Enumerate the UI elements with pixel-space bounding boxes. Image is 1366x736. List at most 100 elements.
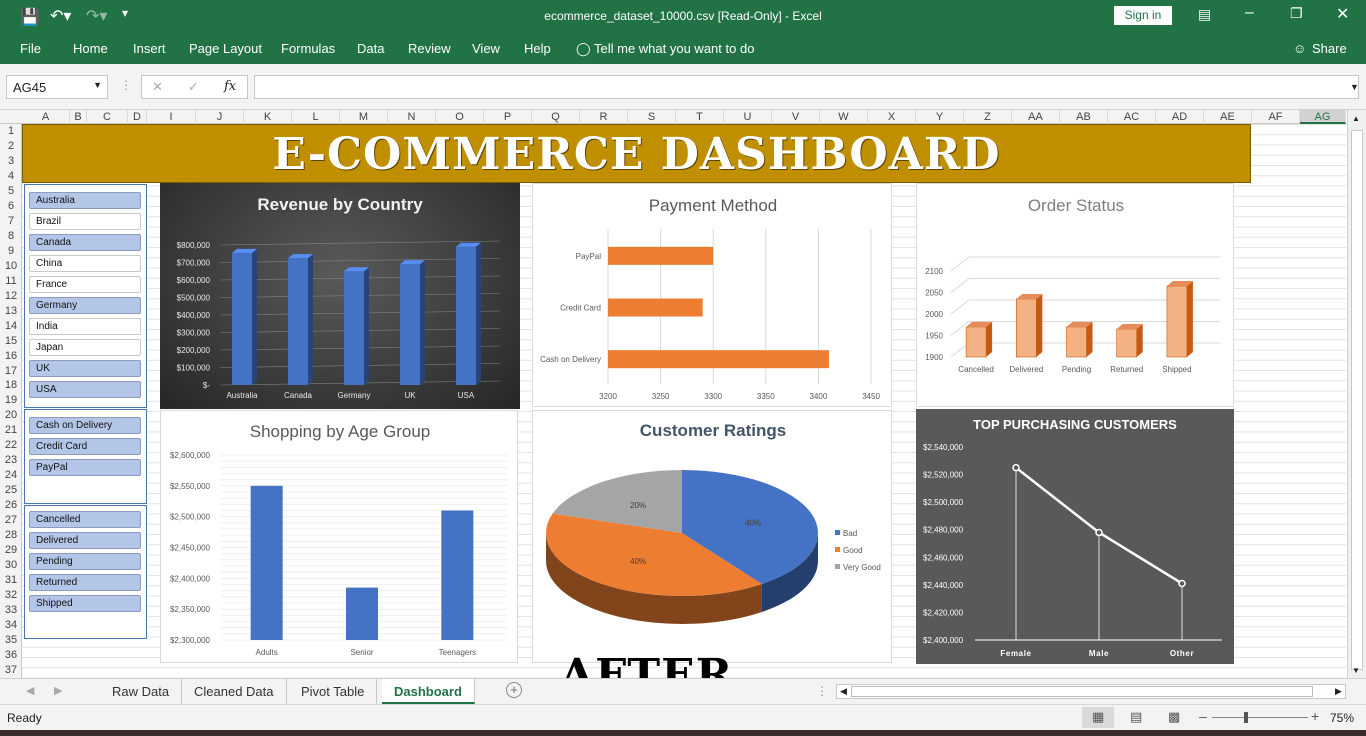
column-header-w[interactable]: W — [820, 110, 868, 124]
row-header-12[interactable]: 12 — [0, 290, 22, 302]
normal-view-button[interactable]: ▦ — [1082, 707, 1114, 728]
slicer-item-pending[interactable]: Pending — [29, 553, 141, 570]
row-header-31[interactable]: 31 — [0, 574, 22, 586]
row-header-7[interactable]: 7 — [0, 215, 22, 227]
top-customers-chart[interactable]: TOP PURCHASING CUSTOMERS $2,400,000 $2,420… — [916, 409, 1234, 664]
column-header-q[interactable]: Q — [532, 110, 580, 124]
ribbon-display-icon[interactable]: ▤ — [1198, 6, 1211, 23]
row-header-33[interactable]: 33 — [0, 604, 22, 616]
slicer-item-cancelled[interactable]: Cancelled — [29, 511, 141, 528]
row-header-23[interactable]: 23 — [0, 454, 22, 466]
column-header-ad[interactable]: AD — [1156, 110, 1204, 124]
restore-icon[interactable]: ❐ — [1290, 5, 1303, 22]
column-header-l[interactable]: L — [292, 110, 340, 124]
slicer-item-cash-on-delivery[interactable]: Cash on Delivery — [29, 417, 141, 434]
order-status-chart[interactable]: Order Status 1900 1950 2000 2050 2100 Cancelle… — [916, 183, 1234, 407]
column-header-ag[interactable]: AG — [1300, 110, 1346, 124]
undo-icon[interactable]: ↶▾ — [50, 6, 71, 26]
row-header-3[interactable]: 3 — [0, 155, 22, 167]
column-header-c[interactable]: C — [87, 110, 128, 124]
slicer-item-delivered[interactable]: Delivered — [29, 532, 141, 549]
tell-me-search[interactable]: Tell me what you want to do — [594, 41, 754, 56]
page-layout-view-icon[interactable]: ▤ — [1130, 709, 1142, 725]
zoom-in-button[interactable]: + — [1311, 708, 1319, 724]
scroll-left-icon[interactable]: ◀ — [840, 686, 847, 697]
row-header-19[interactable]: 19 — [0, 394, 22, 406]
row-header-6[interactable]: 6 — [0, 200, 22, 212]
slicer-item-brazil[interactable]: Brazil — [29, 213, 141, 230]
row-header-10[interactable]: 10 — [0, 260, 22, 272]
column-header-o[interactable]: O — [436, 110, 484, 124]
slicer-item-shipped[interactable]: Shipped — [29, 595, 141, 612]
row-header-26[interactable]: 26 — [0, 499, 22, 511]
column-header-d[interactable]: D — [128, 110, 147, 124]
menu-insert[interactable]: Insert — [133, 41, 166, 56]
insert-function-button[interactable]: fx — [224, 79, 236, 94]
column-header-ae[interactable]: AE — [1204, 110, 1252, 124]
zoom-out-button[interactable]: – — [1199, 708, 1207, 724]
row-header-14[interactable]: 14 — [0, 320, 22, 332]
column-header-s[interactable]: S — [628, 110, 676, 124]
row-header-27[interactable]: 27 — [0, 514, 22, 526]
customize-toolbar-icon[interactable]: ▾ — [122, 6, 128, 20]
column-header-v[interactable]: V — [772, 110, 820, 124]
row-header-37[interactable]: 37 — [0, 664, 22, 676]
row-header-17[interactable]: 17 — [0, 365, 22, 377]
column-header-af[interactable]: AF — [1252, 110, 1300, 124]
chevron-down-icon[interactable]: ▼ — [93, 80, 102, 90]
slicer-item-india[interactable]: India — [29, 318, 141, 335]
row-header-34[interactable]: 34 — [0, 619, 22, 631]
column-header-j[interactable]: J — [196, 110, 244, 124]
menu-formulas[interactable]: Formulas — [281, 41, 335, 56]
column-header-k[interactable]: K — [244, 110, 292, 124]
row-header-13[interactable]: 13 — [0, 305, 22, 317]
split-handle-icon[interactable]: ⋮ — [816, 684, 828, 698]
column-header-x[interactable]: X — [868, 110, 916, 124]
row-header-11[interactable]: 11 — [0, 275, 22, 287]
row-header-28[interactable]: 28 — [0, 529, 22, 541]
slicer-item-germany[interactable]: Germany — [29, 297, 141, 314]
sheet-tab-dashboard[interactable]: Dashboard — [382, 679, 475, 704]
payment-method-chart[interactable]: Payment Method 3200 3250 3300 3350 3400 3450 Pa… — [532, 183, 892, 407]
next-sheet-icon[interactable]: ▶ — [54, 684, 62, 697]
menu-data[interactable]: Data — [357, 41, 384, 56]
page-break-view-icon[interactable]: ▩ — [1168, 709, 1180, 725]
row-header-1[interactable]: 1 — [0, 125, 22, 137]
slicer-item-australia[interactable]: Australia — [29, 192, 141, 209]
name-box[interactable]: AG45 ▼ — [6, 75, 108, 99]
column-header-aa[interactable]: AA — [1012, 110, 1060, 124]
zoom-level[interactable]: 75% — [1330, 711, 1354, 725]
column-header-r[interactable]: R — [580, 110, 628, 124]
vertical-scroll-thumb[interactable] — [1351, 130, 1363, 670]
row-header-18[interactable]: 18 — [0, 379, 22, 391]
customer-ratings-chart[interactable]: Customer Ratings 40% 40% 20% Bad Good Very Goo… — [532, 410, 892, 663]
column-header-u[interactable]: U — [724, 110, 772, 124]
scroll-up-icon[interactable]: ▲ — [1352, 114, 1360, 123]
row-header-8[interactable]: 8 — [0, 230, 22, 242]
redo-icon[interactable]: ↷▾ — [86, 6, 107, 26]
slicer-item-france[interactable]: France — [29, 276, 141, 293]
prev-sheet-icon[interactable]: ◀ — [26, 684, 34, 697]
sign-in-button[interactable]: Sign in — [1114, 6, 1172, 25]
menu-page-layout[interactable]: Page Layout — [189, 41, 262, 56]
menu-help[interactable]: Help — [524, 41, 551, 56]
save-icon[interactable]: 💾 — [20, 7, 40, 27]
column-header-ac[interactable]: AC — [1108, 110, 1156, 124]
slicer-item-paypal[interactable]: PayPal — [29, 459, 141, 476]
row-header-30[interactable]: 30 — [0, 559, 22, 571]
slicer-item-usa[interactable]: USA — [29, 381, 141, 398]
row-header-5[interactable]: 5 — [0, 185, 22, 197]
cancel-icon[interactable]: ✕ — [152, 79, 163, 95]
row-header-2[interactable]: 2 — [0, 140, 22, 152]
column-header-n[interactable]: N — [388, 110, 436, 124]
horizontal-scroll-thumb[interactable] — [851, 686, 1313, 697]
row-header-35[interactable]: 35 — [0, 634, 22, 646]
minimize-icon[interactable]: – — [1245, 4, 1254, 22]
horizontal-scrollbar[interactable]: ◀ ▶ — [836, 684, 1346, 699]
menu-file[interactable]: File — [20, 41, 41, 56]
close-icon[interactable]: ✕ — [1336, 4, 1349, 24]
column-header-z[interactable]: Z — [964, 110, 1012, 124]
column-header-y[interactable]: Y — [916, 110, 964, 124]
add-sheet-icon[interactable]: + — [506, 682, 522, 698]
sheet-tab-cleaned-data[interactable]: Cleaned Data — [182, 679, 287, 704]
